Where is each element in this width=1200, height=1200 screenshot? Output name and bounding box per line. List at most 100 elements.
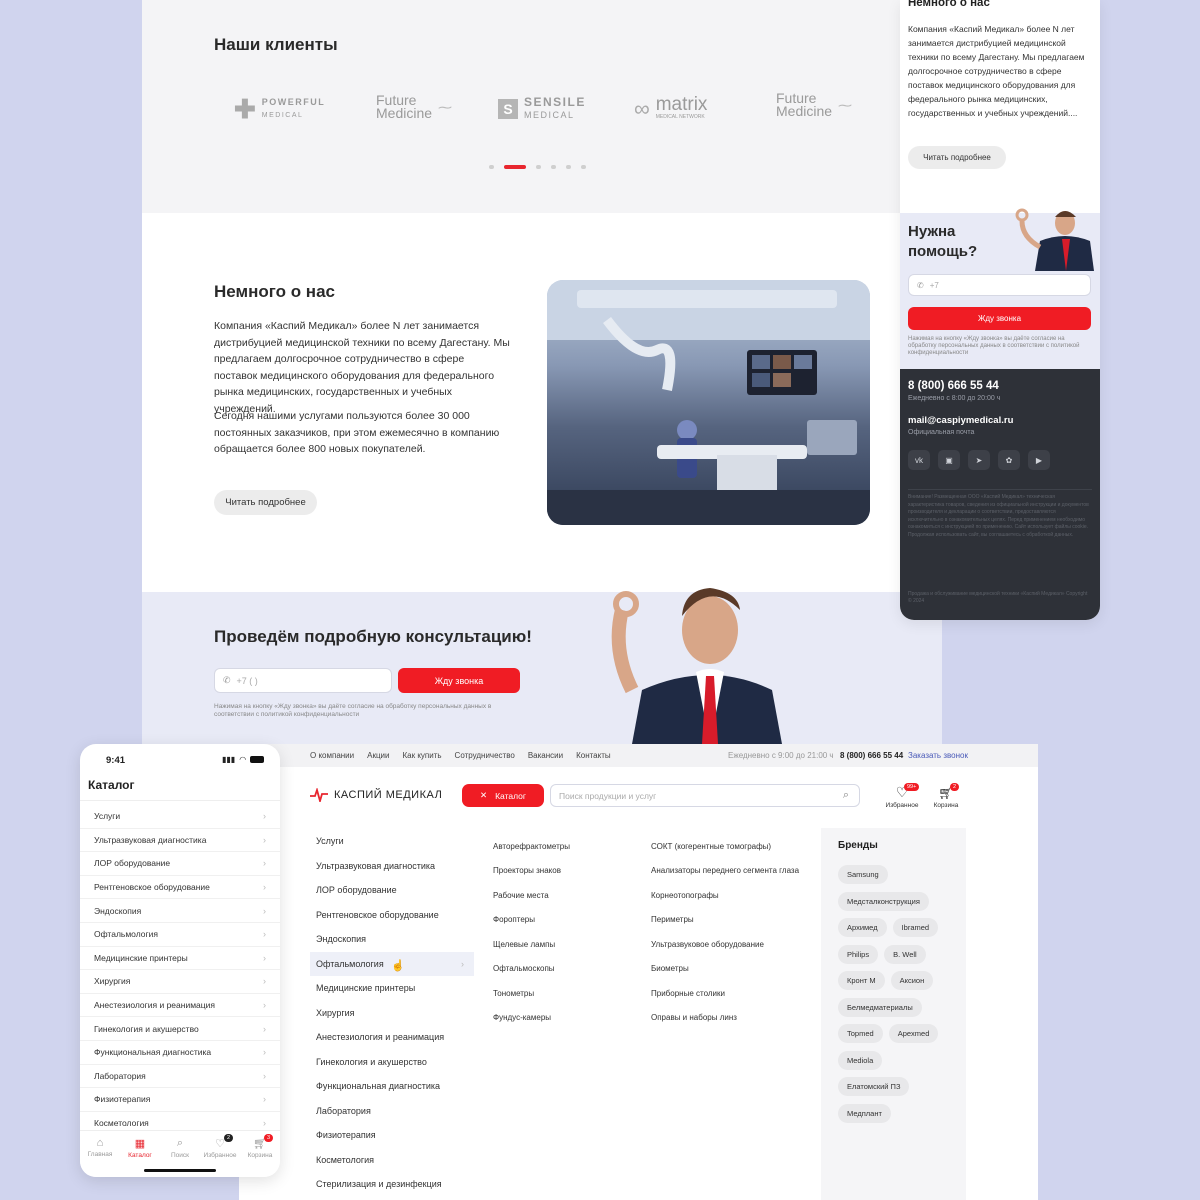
odnoklassniki-icon[interactable]: ✿ xyxy=(998,450,1020,470)
subcategory-item[interactable]: Периметры xyxy=(651,908,799,933)
subcategory-item[interactable]: Биометры xyxy=(651,957,799,982)
favorites-link[interactable]: ♡ 99+ Избранное xyxy=(884,783,920,809)
brand-tag[interactable]: Samsung xyxy=(838,865,888,884)
brand-tag[interactable]: Кронт М xyxy=(838,971,885,990)
cart-badge: 2 xyxy=(950,783,960,791)
dna-icon: ⁓ xyxy=(838,96,853,113)
subcategory-item[interactable]: Офтальмоскопы xyxy=(493,957,570,982)
category-item[interactable]: Ультразвуковая диагностика xyxy=(310,854,474,879)
category-item[interactable]: Функциональная диагностика xyxy=(310,1074,474,1099)
brand-tag[interactable]: Медплант xyxy=(838,1103,891,1123)
mobile-callback-button[interactable]: Жду звонка xyxy=(908,307,1091,330)
category-item[interactable]: Медицинские принтеры xyxy=(310,976,474,1001)
mobile-category-item[interactable]: Медицинские принтеры › xyxy=(80,947,280,971)
subcategory-item[interactable]: Оправы и наборы линз xyxy=(651,1006,799,1031)
subcategory-item[interactable]: Щелевые лампы xyxy=(493,932,570,957)
read-more-button[interactable]: Читать подробнее xyxy=(214,490,317,515)
cart-link[interactable]: 🛒︎ 2 Корзина xyxy=(930,783,962,809)
mobile-category-item[interactable]: Гинекология и акушерство › xyxy=(80,1017,280,1041)
category-item[interactable]: Стерилизация и дезинфекция xyxy=(310,1172,474,1197)
brand-tag[interactable]: Apexmed xyxy=(888,1024,939,1043)
category-item[interactable]: Лаборатория xyxy=(310,1099,474,1124)
callback-button[interactable]: Жду звонка xyxy=(398,668,520,693)
nav-link-vacancies[interactable]: Вакансии xyxy=(528,751,563,760)
operating-room-illustration xyxy=(547,280,870,525)
brand-tag[interactable]: Елатомский ПЗ xyxy=(838,1077,910,1096)
carousel-dot[interactable] xyxy=(581,165,586,169)
mobile-phone-input[interactable]: ✆ +7 xyxy=(908,274,1091,296)
subcategory-item[interactable]: Авторефрактометры xyxy=(493,834,570,859)
mobile-category-item[interactable]: Офтальмология › xyxy=(80,923,280,947)
logo-line2: MEDICAL xyxy=(261,112,304,119)
header-phone[interactable]: 8 (800) 666 55 44 xyxy=(840,751,903,760)
catalog-button[interactable]: ✕ Каталог xyxy=(462,784,544,807)
subcategory-item[interactable]: Корнеотопографы xyxy=(651,883,799,908)
tab-cart[interactable]: 🛒︎ 3 Корзина xyxy=(240,1134,280,1177)
phone-placeholder: +7 ( ) xyxy=(236,675,258,686)
subcategory-item[interactable]: Ультразвуковое оборудование xyxy=(651,932,799,957)
cart-label: Корзина xyxy=(933,802,959,809)
search-input[interactable]: Поиск продукции и услуг ⌕ xyxy=(550,784,860,807)
subcategory-column-2: СОКТ (когерентные томографы) Анализаторы… xyxy=(651,834,799,1030)
category-item[interactable]: Эндоскопия xyxy=(310,927,474,952)
ok-icon[interactable]: ▣ xyxy=(938,450,960,470)
brand-tag[interactable]: B. Well xyxy=(884,944,926,964)
search-icon[interactable]: ⌕ xyxy=(843,789,849,802)
nav-link-about[interactable]: О компании xyxy=(310,751,354,760)
mobile-category-item[interactable]: Лаборатория › xyxy=(80,1065,280,1089)
mobile-category-item[interactable]: Физиотерапия › xyxy=(80,1088,280,1112)
category-item[interactable]: Физиотерапия xyxy=(310,1123,474,1148)
category-item[interactable]: Гинекология и акушерство xyxy=(310,1050,474,1075)
category-item[interactable]: Рентгеновское оборудование xyxy=(310,903,474,928)
mobile-category-item[interactable]: Ультразвуковая диагностика › xyxy=(80,829,280,853)
brand-tag[interactable]: Архимед xyxy=(838,918,887,937)
youtube-icon[interactable]: ▶ xyxy=(1028,450,1050,470)
subcategory-item[interactable]: Анализаторы переднего сегмента глаза xyxy=(651,859,799,884)
nav-link-how-to-buy[interactable]: Как купить xyxy=(402,751,441,760)
subcategory-item[interactable]: Рабочие места xyxy=(493,883,570,908)
category-item[interactable]: Косметология xyxy=(310,1148,474,1173)
nav-link-cooperation[interactable]: Сотрудничество xyxy=(455,751,515,760)
nav-link-promos[interactable]: Акции xyxy=(367,751,389,760)
brand-tag[interactable]: Аксион xyxy=(890,971,934,990)
brand-tag[interactable]: Topmed xyxy=(838,1024,883,1043)
footer-phone[interactable]: 8 (800) 666 55 44 xyxy=(908,380,999,392)
footer-email[interactable]: mail@caspiymedical.ru xyxy=(908,415,1013,426)
category-item[interactable]: Услуги xyxy=(310,829,474,854)
subcategory-item[interactable]: Фороптеры xyxy=(493,908,570,933)
mobile-category-item[interactable]: Эндоскопия › xyxy=(80,899,280,923)
category-item[interactable]: Хирургия xyxy=(310,1001,474,1026)
mobile-category-item[interactable]: Хирургия › xyxy=(80,970,280,994)
brand-tag[interactable]: Philips xyxy=(838,944,879,964)
subcategory-item[interactable]: Приборные столики xyxy=(651,981,799,1006)
nav-link-contacts[interactable]: Контакты xyxy=(576,751,611,760)
consult-phone-input[interactable]: ✆ +7 ( ) xyxy=(214,668,392,693)
brand-tag[interactable]: Mediola xyxy=(838,1050,883,1070)
mobile-category-item[interactable]: ЛОР оборудование › xyxy=(80,852,280,876)
subcategory-item[interactable]: Проекторы знаков xyxy=(493,859,570,884)
order-call-link[interactable]: Заказать звонок xyxy=(908,751,968,760)
tab-home[interactable]: ⌂ Главная xyxy=(80,1137,120,1177)
mobile-category-item[interactable]: Рентгеновское оборудование › xyxy=(80,876,280,900)
carousel-dot[interactable] xyxy=(551,165,556,169)
carousel-dot[interactable] xyxy=(489,165,494,169)
brand-logo[interactable]: КАСПИЙ МЕДИКАЛ xyxy=(310,788,442,802)
carousel-dots[interactable] xyxy=(489,165,586,169)
telegram-icon[interactable]: ➤ xyxy=(968,450,990,470)
carousel-dot-active[interactable] xyxy=(504,165,526,169)
subcategory-item[interactable]: СОКТ (когерентные томографы) xyxy=(651,834,799,859)
subcategory-item[interactable]: Фундус-камеры xyxy=(493,1006,570,1031)
carousel-dot[interactable] xyxy=(536,165,541,169)
subcategory-item[interactable]: Тонометры xyxy=(493,981,570,1006)
category-item[interactable]: ЛОР оборудование xyxy=(310,878,474,903)
carousel-dot[interactable] xyxy=(566,165,571,169)
brand-tag[interactable]: Белмедматериалы xyxy=(838,997,922,1017)
mobile-category-item[interactable]: Функциональная диагностика › xyxy=(80,1041,280,1065)
brand-tag[interactable]: Ibramed xyxy=(892,918,939,937)
category-item[interactable]: Анестезиология и реанимация xyxy=(310,1025,474,1050)
mobile-read-more-button[interactable]: Читать подробнее xyxy=(908,146,1006,169)
mobile-category-item[interactable]: Анестезиология и реанимация › xyxy=(80,994,280,1018)
vk-icon[interactable]: vk xyxy=(908,450,930,470)
mobile-category-item[interactable]: Услуги › xyxy=(80,805,280,829)
brand-tag[interactable]: Медсталконструкция xyxy=(838,891,929,911)
